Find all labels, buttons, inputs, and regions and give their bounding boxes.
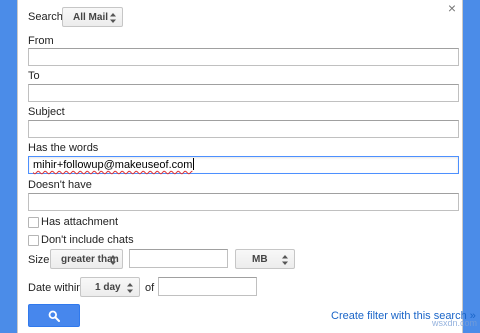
date-range-select[interactable]: 1 day <box>80 277 140 297</box>
size-label: Size <box>28 254 50 266</box>
to-field[interactable] <box>28 84 459 102</box>
to-label: To <box>28 70 40 82</box>
date-of-label: of <box>145 282 155 294</box>
search-scope-select[interactable]: All Mail <box>62 7 123 27</box>
has-attachment-label[interactable]: Has attachment <box>41 216 118 229</box>
size-value-field[interactable] <box>129 249 228 268</box>
has-attachment-checkbox[interactable] <box>28 217 39 228</box>
size-operator-select[interactable]: greater than <box>50 249 123 269</box>
updown-arrows-icon <box>110 12 116 24</box>
watermark-logo: wsxdn.com <box>432 318 478 328</box>
has-words-field[interactable]: mihir+followup@makeuseof.com <box>28 156 459 174</box>
date-value-field[interactable] <box>158 277 257 296</box>
search-options-panel: × Search All Mail From To Subject Has th… <box>17 0 476 333</box>
subject-label: Subject <box>28 106 65 118</box>
size-unit-value: MB <box>252 254 268 265</box>
search-button[interactable] <box>28 304 80 327</box>
doesnt-have-label: Doesn't have <box>28 179 92 191</box>
updown-arrows-icon <box>282 254 288 266</box>
search-label: Search <box>28 11 63 23</box>
doesnt-have-field[interactable] <box>28 193 459 211</box>
updown-arrows-icon <box>110 254 116 266</box>
dont-include-chats-checkbox[interactable] <box>28 235 39 246</box>
search-icon <box>48 310 60 325</box>
has-words-value: mihir+followup@makeuseof.com <box>33 159 193 171</box>
subject-field[interactable] <box>28 120 459 138</box>
date-range-value: 1 day <box>95 282 121 293</box>
text-cursor <box>193 158 195 170</box>
close-icon[interactable]: × <box>446 1 458 15</box>
size-unit-select[interactable]: MB <box>235 249 295 269</box>
dont-include-chats-label[interactable]: Don't include chats <box>41 234 134 247</box>
updown-arrows-icon <box>127 282 133 294</box>
from-label: From <box>28 35 54 47</box>
from-field[interactable] <box>28 48 459 66</box>
search-scope-value: All Mail <box>73 12 109 23</box>
date-within-label: Date within <box>28 282 83 294</box>
has-words-label: Has the words <box>28 142 99 154</box>
